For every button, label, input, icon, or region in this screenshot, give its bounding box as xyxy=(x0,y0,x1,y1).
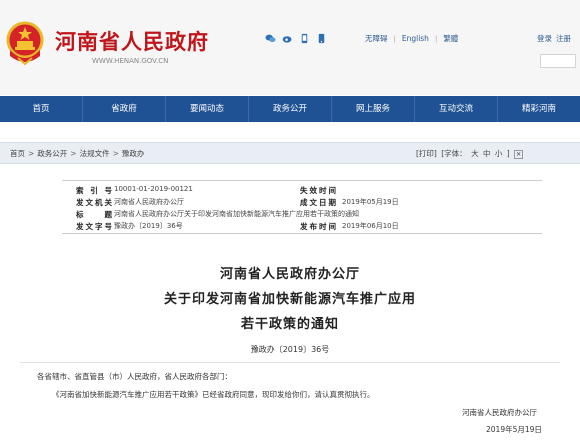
site-title[interactable]: 河南省人民政府 xyxy=(55,26,209,56)
written-date-value: 2019年05月19日 xyxy=(342,198,399,206)
expiry-label: 失效时间 xyxy=(300,186,336,195)
breadcrumb-disclosure[interactable]: 政务公开 xyxy=(37,149,67,158)
nav-item-disclosure[interactable]: 政务公开 xyxy=(249,96,332,122)
english-link[interactable]: English xyxy=(402,34,429,43)
traditional-chinese-link[interactable]: 繁體 xyxy=(443,33,458,44)
article-title-line: 关于印发河南省加快新能源汽车推广应用 xyxy=(163,292,416,307)
account-links: 登录 注册 xyxy=(537,33,571,44)
print-button[interactable]: [打印] xyxy=(416,149,437,158)
breadcrumb-home[interactable]: 首页 xyxy=(10,149,25,158)
article-title-line: 若干政策的通知 xyxy=(240,317,339,332)
font-size-label: [字体： xyxy=(441,149,467,158)
breadcrumb-regulations[interactable]: 法规文件 xyxy=(80,149,110,158)
nav-item-henan[interactable]: 精彩河南 xyxy=(498,96,580,122)
login-link[interactable]: 登录 xyxy=(537,33,552,44)
document-meta-table: 索引号 10001-01-2019-00121 失效时间 发文机关 河南省人民政… xyxy=(62,180,542,234)
article-signature: 河南省人民政府办公厅 xyxy=(462,408,537,417)
meta-row: 标题 河南省人民政府办公厅关于印发河南省加快新能源汽车推广应用若干政策的通知 xyxy=(62,209,542,221)
font-large-button[interactable]: 大 xyxy=(471,149,479,158)
breadcrumb-separator: > xyxy=(112,149,119,158)
meta-row: 索引号 10001-01-2019-00121 失效时间 xyxy=(62,185,542,197)
index-label: 索引号 xyxy=(76,186,112,195)
issuer-label: 发文机关 xyxy=(76,198,112,207)
breadcrumb-separator: > xyxy=(70,149,77,158)
font-small-button[interactable]: 小 xyxy=(495,149,503,158)
meta-row: 发文字号 豫政办〔2019〕36号 发布时间 2019年06月10日 xyxy=(62,221,542,233)
article-title-line: 河南省人民政府办公厅 xyxy=(219,267,360,282)
smartphone-icon[interactable] xyxy=(316,33,327,44)
doc-number-value: 豫政办〔2019〕36号 xyxy=(114,222,183,230)
header-links: 无障碍 | English | 繁體 xyxy=(265,33,458,44)
nav-item-news[interactable]: 要闻动态 xyxy=(166,96,249,122)
nav-item-interaction[interactable]: 互动交流 xyxy=(415,96,498,122)
index-value: 10001-01-2019-00121 xyxy=(114,185,193,193)
nav-item-services[interactable]: 网上服务 xyxy=(332,96,415,122)
register-link[interactable]: 注册 xyxy=(556,33,571,44)
article-doc-number: 豫政办〔2019〕36号 xyxy=(250,345,330,354)
main-nav: 首页 省政府 要闻动态 政务公开 网上服务 互动交流 精彩河南 xyxy=(0,96,580,122)
close-icon[interactable]: ✕ xyxy=(514,149,524,159)
site-header: 河南省人民政府 WWW.HENAN.GOV.CN 无障碍 | English |… xyxy=(0,0,580,95)
nav-item-government[interactable]: 省政府 xyxy=(83,96,166,122)
mobile-icon[interactable] xyxy=(299,33,310,44)
separator: | xyxy=(434,34,438,43)
issuer-value: 河南省人民政府办公厅 xyxy=(114,198,184,206)
breadcrumb-separator: > xyxy=(28,149,35,158)
breadcrumb-bar: 首页 > 政务公开 > 法规文件 > 豫政办 [打印] [字体： 大 中 小 ] ✕ xyxy=(0,142,580,164)
search-input[interactable] xyxy=(540,54,576,68)
article-salutation: 各省辖市、省直管县（市）人民政府，省人民政府各部门： xyxy=(37,372,232,381)
separator: | xyxy=(393,34,396,43)
meta-row: 发文机关 河南省人民政府办公厅 成文日期 2019年05月19日 xyxy=(62,197,542,209)
breadcrumb: 首页 > 政务公开 > 法规文件 > 豫政办 xyxy=(10,143,144,164)
page-tools: [打印] [字体： 大 中 小 ] ✕ xyxy=(416,143,525,164)
publish-date-value: 2019年06月10日 xyxy=(342,222,399,230)
weibo-icon[interactable] xyxy=(282,33,293,44)
publish-date-label: 发布时间 xyxy=(300,222,336,231)
font-size-end: ] xyxy=(506,149,510,158)
site-url: WWW.HENAN.GOV.CN xyxy=(92,57,169,65)
wechat-icon[interactable] xyxy=(265,33,276,44)
breadcrumb-office[interactable]: 豫政办 xyxy=(122,149,145,158)
divider xyxy=(20,362,560,363)
accessibility-link[interactable]: 无障碍 xyxy=(365,33,388,44)
title-value: 河南省人民政府办公厅关于印发河南省加快新能源汽车推广应用若干政策的通知 xyxy=(114,210,359,218)
article-body: 《河南省加快新能源汽车推广应用若干政策》已经省政府同意，现印发给你们，请认真贯彻… xyxy=(52,390,375,399)
nav-item-home[interactable]: 首页 xyxy=(0,96,83,122)
written-date-label: 成文日期 xyxy=(300,198,336,207)
doc-number-label: 发文字号 xyxy=(76,222,112,231)
national-emblem-icon[interactable] xyxy=(4,20,46,66)
article-sign-date: 2019年5月19日 xyxy=(486,425,542,434)
font-medium-button[interactable]: 中 xyxy=(483,149,491,158)
title-label: 标题 xyxy=(76,210,112,219)
